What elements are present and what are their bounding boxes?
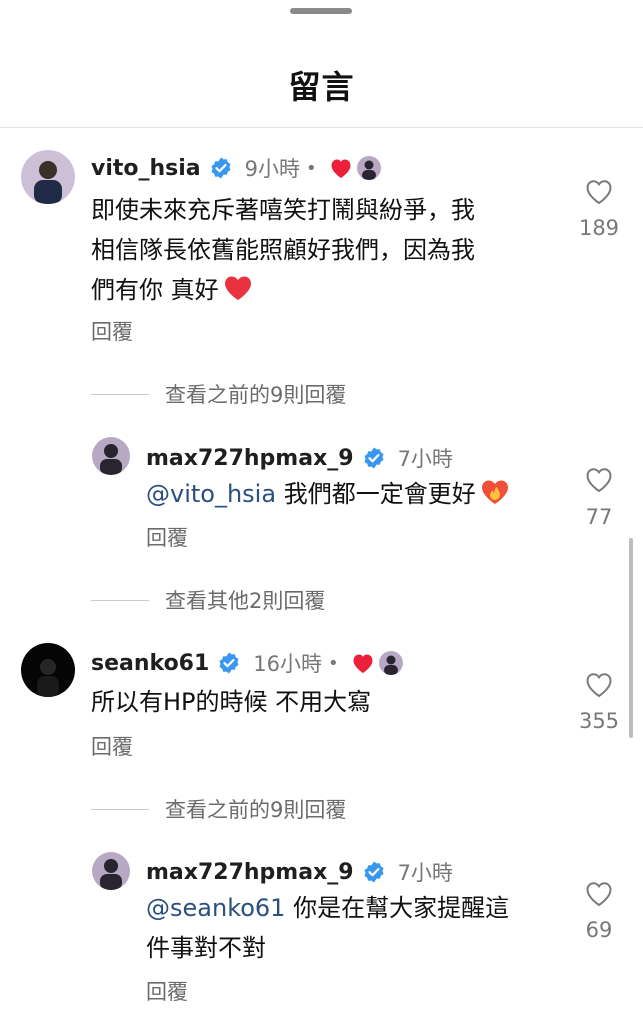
heart-outline-icon[interactable] <box>584 177 614 207</box>
timestamp: 16小時 <box>253 652 323 676</box>
reply-text-body: 你是在幫大家提醒這 <box>285 894 510 922</box>
divider-line <box>91 808 149 810</box>
like-count: 355 <box>578 709 620 733</box>
reply-button[interactable]: 回覆 <box>146 976 188 1006</box>
avatar[interactable] <box>92 437 130 475</box>
like-count: 189 <box>578 216 620 240</box>
username[interactable]: max727hpmax_9 <box>146 446 354 471</box>
comment-text-line: 即使未來充斥著嘻笑打鬧與紛爭，我 <box>91 196 475 224</box>
avatar[interactable] <box>92 852 130 890</box>
reply-header: max727hpmax_9 7小時 <box>146 857 453 887</box>
page-title: 留言 <box>288 68 355 106</box>
author-avatar-icon <box>356 156 381 180</box>
view-previous-replies-button[interactable]: 查看之前的9則回覆 <box>91 379 346 409</box>
mention-link[interactable]: @seanko61 <box>146 894 285 922</box>
reply-text-body: 我們都一定會更好 <box>276 480 476 508</box>
timestamp: 7小時 <box>397 861 453 885</box>
avatar[interactable] <box>21 150 75 204</box>
view-previous-replies-button[interactable]: 查看之前的9則回覆 <box>91 794 346 824</box>
reply-text-body: 件事對不對 <box>146 934 266 962</box>
heart-on-fire-emoji-icon <box>480 479 510 505</box>
verified-badge-icon <box>362 446 386 470</box>
separator-dot: • <box>306 157 317 179</box>
divider-line <box>91 393 149 395</box>
sheet-grabber-handle[interactable] <box>290 8 352 14</box>
timestamp: 9小時 <box>244 157 301 181</box>
comment-text: 所以有HP的時候 不用大寫 <box>91 688 372 716</box>
reply-button[interactable]: 回覆 <box>146 522 188 552</box>
heart-outline-icon[interactable] <box>584 879 614 909</box>
comment-header: vito_hsia 9小時 • <box>91 153 381 183</box>
reply-button[interactable]: 回覆 <box>91 731 133 761</box>
separator-dot: • <box>328 652 339 674</box>
scrollbar[interactable] <box>629 538 633 738</box>
view-other-replies-button[interactable]: 查看其他2則回覆 <box>91 585 325 615</box>
verified-badge-icon <box>362 860 386 884</box>
liked-by-author <box>351 651 403 675</box>
heart-outline-icon[interactable] <box>584 670 614 700</box>
comment-header: seanko61 16小時 • <box>91 648 403 678</box>
username[interactable]: max727hpmax_9 <box>146 860 354 885</box>
liked-by-author <box>329 156 381 180</box>
username[interactable]: seanko61 <box>91 651 209 676</box>
reply-text: @vito_hsia 我們都一定會更好 <box>146 474 566 514</box>
like-count: 69 <box>585 918 613 942</box>
red-heart-icon <box>351 652 375 674</box>
reply-button[interactable]: 回覆 <box>91 316 133 346</box>
reply-header: max727hpmax_9 7小時 <box>146 443 453 473</box>
divider-line <box>91 599 149 601</box>
red-heart-icon <box>329 157 353 179</box>
comment-text: 即使未來充斥著嘻笑打鬧與紛爭，我 相信隊長依舊能照顧好我們，因為我 們有你 真好 <box>91 190 561 310</box>
verified-badge-icon <box>217 651 241 675</box>
header-divider <box>0 127 643 128</box>
mention-link[interactable]: @vito_hsia <box>146 480 276 508</box>
reply-text: @seanko61 你是在幫大家提醒這 件事對不對 <box>146 888 566 968</box>
verified-badge-icon <box>209 156 233 180</box>
username[interactable]: vito_hsia <box>91 156 201 181</box>
author-avatar-icon <box>378 651 403 675</box>
like-count: 77 <box>585 505 613 529</box>
comment-text-line: 們有你 真好 <box>91 276 219 304</box>
comment-text-line: 相信隊長依舊能照顧好我們，因為我 <box>91 236 475 264</box>
timestamp: 7小時 <box>397 447 453 471</box>
heart-outline-icon[interactable] <box>584 465 614 495</box>
red-heart-emoji-icon <box>223 275 253 301</box>
avatar[interactable] <box>21 643 75 697</box>
